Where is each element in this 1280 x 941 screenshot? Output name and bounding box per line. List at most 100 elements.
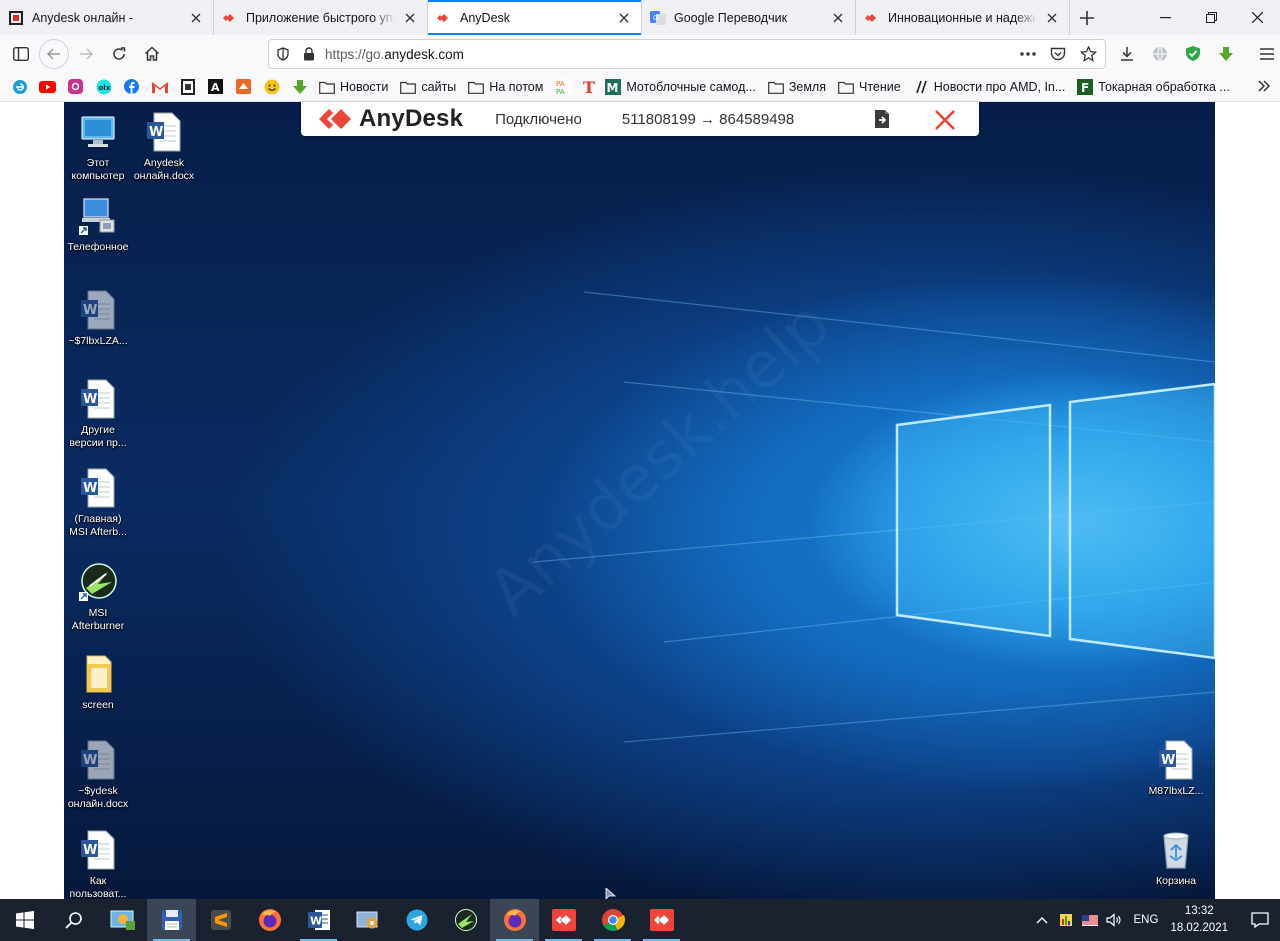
close-window-button[interactable] [1234,0,1280,35]
close-tab-icon[interactable] [401,9,419,27]
tray-flag-icon[interactable] [1078,899,1102,941]
minimize-button[interactable] [1142,0,1188,35]
clock[interactable]: 13:32 18.02.2021 [1170,903,1228,937]
taskbar-anydesk-2[interactable] [637,899,686,941]
bookmark-star-icon[interactable] [1080,46,1097,62]
bookmark-olx-icon[interactable]: olx [95,78,112,95]
downloads-button[interactable] [1110,39,1143,69]
desktop-icon-msi-main[interactable]: W (Главная) MSI Afterb... [64,466,132,539]
taskbar-sublime-text[interactable] [196,899,245,941]
phone-dialer-icon [78,194,118,238]
start-button[interactable] [0,899,49,941]
bookmark-link[interactable]: F Токарная обработка ... [1077,78,1230,95]
restore-button[interactable] [1188,0,1234,35]
desktop-icon-screen-folder[interactable]: screen [64,652,132,712]
bookmark-a-icon[interactable]: A [207,78,224,95]
taskbar-anydesk-1[interactable] [539,899,588,941]
bookmark-label: Новости про AMD, In... [933,79,1066,94]
address-bar[interactable]: https://go.anydesk.com [268,39,1106,69]
bookmark-folder[interactable]: сайты [400,80,456,94]
close-tab-icon[interactable] [829,9,847,27]
vpn-extension-button[interactable] [1143,39,1176,69]
taskbar-save-app[interactable] [147,899,196,941]
file-transfer-button[interactable] [871,108,893,130]
bookmark-edge-icon[interactable] [11,78,28,95]
tab-innovative[interactable]: Инновационные и надежные [856,0,1070,35]
home-button[interactable] [135,39,168,69]
taskbar-settings-app[interactable] [343,899,392,941]
bookmark-folder[interactable]: Земля [767,80,826,94]
bookmark-folder[interactable]: Чтение [838,80,901,94]
tab-anydesk-online[interactable]: Anydesk онлайн - [0,0,214,35]
bookmark-papa-icon[interactable]: PA PA [555,78,572,95]
input-language[interactable]: ENG [1134,914,1159,926]
taskbar-word[interactable]: W [294,899,343,941]
close-tab-icon[interactable] [1043,9,1061,27]
desktop-icon-other-versions[interactable]: W Другие версии пр... [64,377,132,450]
bookmark-smiley-icon[interactable] [263,78,280,95]
taskbar-control-panel[interactable] [98,899,147,941]
show-hidden-icons-button[interactable] [1030,899,1054,941]
remote-desktop-view[interactable]: Anydesk.help Этот компьютер W Anydesk он… [64,102,1215,899]
chart-bars-icon [1059,914,1072,926]
connection-ids: 511808199 → 864589498 [621,110,795,128]
disconnect-button[interactable] [933,108,957,132]
desktop-icon-temp-doc-1[interactable]: W ~$7lbxLZA... [64,288,132,348]
bookmark-t-icon[interactable]: T [580,78,597,95]
pocket-icon[interactable] [1050,47,1066,62]
sidebar-toggle-button[interactable] [4,39,37,69]
desktop-icon-phone-dialer[interactable]: Телефонное [64,194,132,254]
lock-icon[interactable] [303,47,315,61]
bookmark-orange-icon[interactable] [235,78,252,95]
desktop-icon-recycle-bin[interactable]: Корзина [1142,828,1210,888]
bookmark-link[interactable]: Новости про AMD, In... [913,79,1066,94]
bookmark-folder[interactable]: Новости [319,80,388,94]
bookmark-gmail-icon[interactable] [151,78,168,95]
search-button[interactable] [49,899,98,941]
desktop-icon-temp-doc-2[interactable]: W ~$ydesk онлайн.docx [64,738,132,811]
firefox-icon [503,909,526,931]
notification-icon [1251,912,1269,928]
forward-button[interactable] [69,39,102,69]
bookmark-instagram-icon[interactable] [67,78,84,95]
taskbar-msi-afterburner[interactable] [441,899,490,941]
desktop-icon-msi-afterburner[interactable]: MSI Afterburner [64,560,132,633]
f-logo-icon: F [1077,78,1094,95]
desktop-icon-anydesk-docx[interactable]: W Anydesk онлайн.docx [130,110,198,183]
bookmark-link[interactable]: M Мотоблочные самод... [605,78,756,95]
svg-text:T: T [583,79,595,95]
download-helper-button[interactable] [1209,39,1242,69]
volume-button[interactable] [1102,899,1126,941]
bookmarks-overflow-button[interactable] [1258,80,1271,95]
desktop-icon-how-to-use[interactable]: W Как пользоват... [64,828,132,899]
url-text[interactable]: https://go.anydesk.com [325,47,464,62]
back-button[interactable] [39,38,69,69]
desktop-icon-m87-doc[interactable]: W M87lbxLZ... [1142,738,1210,798]
tab-quick-control-app[interactable]: Приложение быстрого управления [214,0,428,35]
tracking-shield-icon[interactable] [277,47,289,61]
reload-button[interactable] [102,39,135,69]
adguard-extension-button[interactable] [1176,39,1209,69]
tray-app-icon[interactable] [1054,899,1078,941]
menu-button[interactable] [1250,39,1280,69]
action-center-button[interactable] [1240,899,1280,941]
svg-text:W: W [83,481,97,496]
bookmark-green-arrow-icon[interactable] [291,78,308,95]
close-tab-icon[interactable] [615,9,633,27]
bookmark-note-icon[interactable] [179,78,196,95]
tab-google-translate[interactable]: G Google Переводчик [642,0,856,35]
bookmark-facebook-icon[interactable] [123,78,140,95]
page-actions-icon[interactable] [1020,52,1036,56]
tab-anydesk[interactable]: AnyDesk [428,0,642,35]
bookmark-folder[interactable]: На потом [468,80,543,94]
taskbar-firefox[interactable] [245,899,294,941]
taskbar-telegram[interactable] [392,899,441,941]
desktop-icon-label: Этот компьютер [71,157,125,182]
new-tab-button[interactable] [1070,0,1104,35]
taskbar-chrome[interactable] [588,899,637,941]
desktop-icon-this-pc[interactable]: Этот компьютер [64,110,132,183]
bookmark-youtube-icon[interactable] [39,78,56,95]
windows-taskbar: W ENG 13:32 18.02.2021 [0,899,1280,941]
taskbar-firefox-window[interactable] [490,899,539,941]
close-tab-icon[interactable] [187,9,205,27]
